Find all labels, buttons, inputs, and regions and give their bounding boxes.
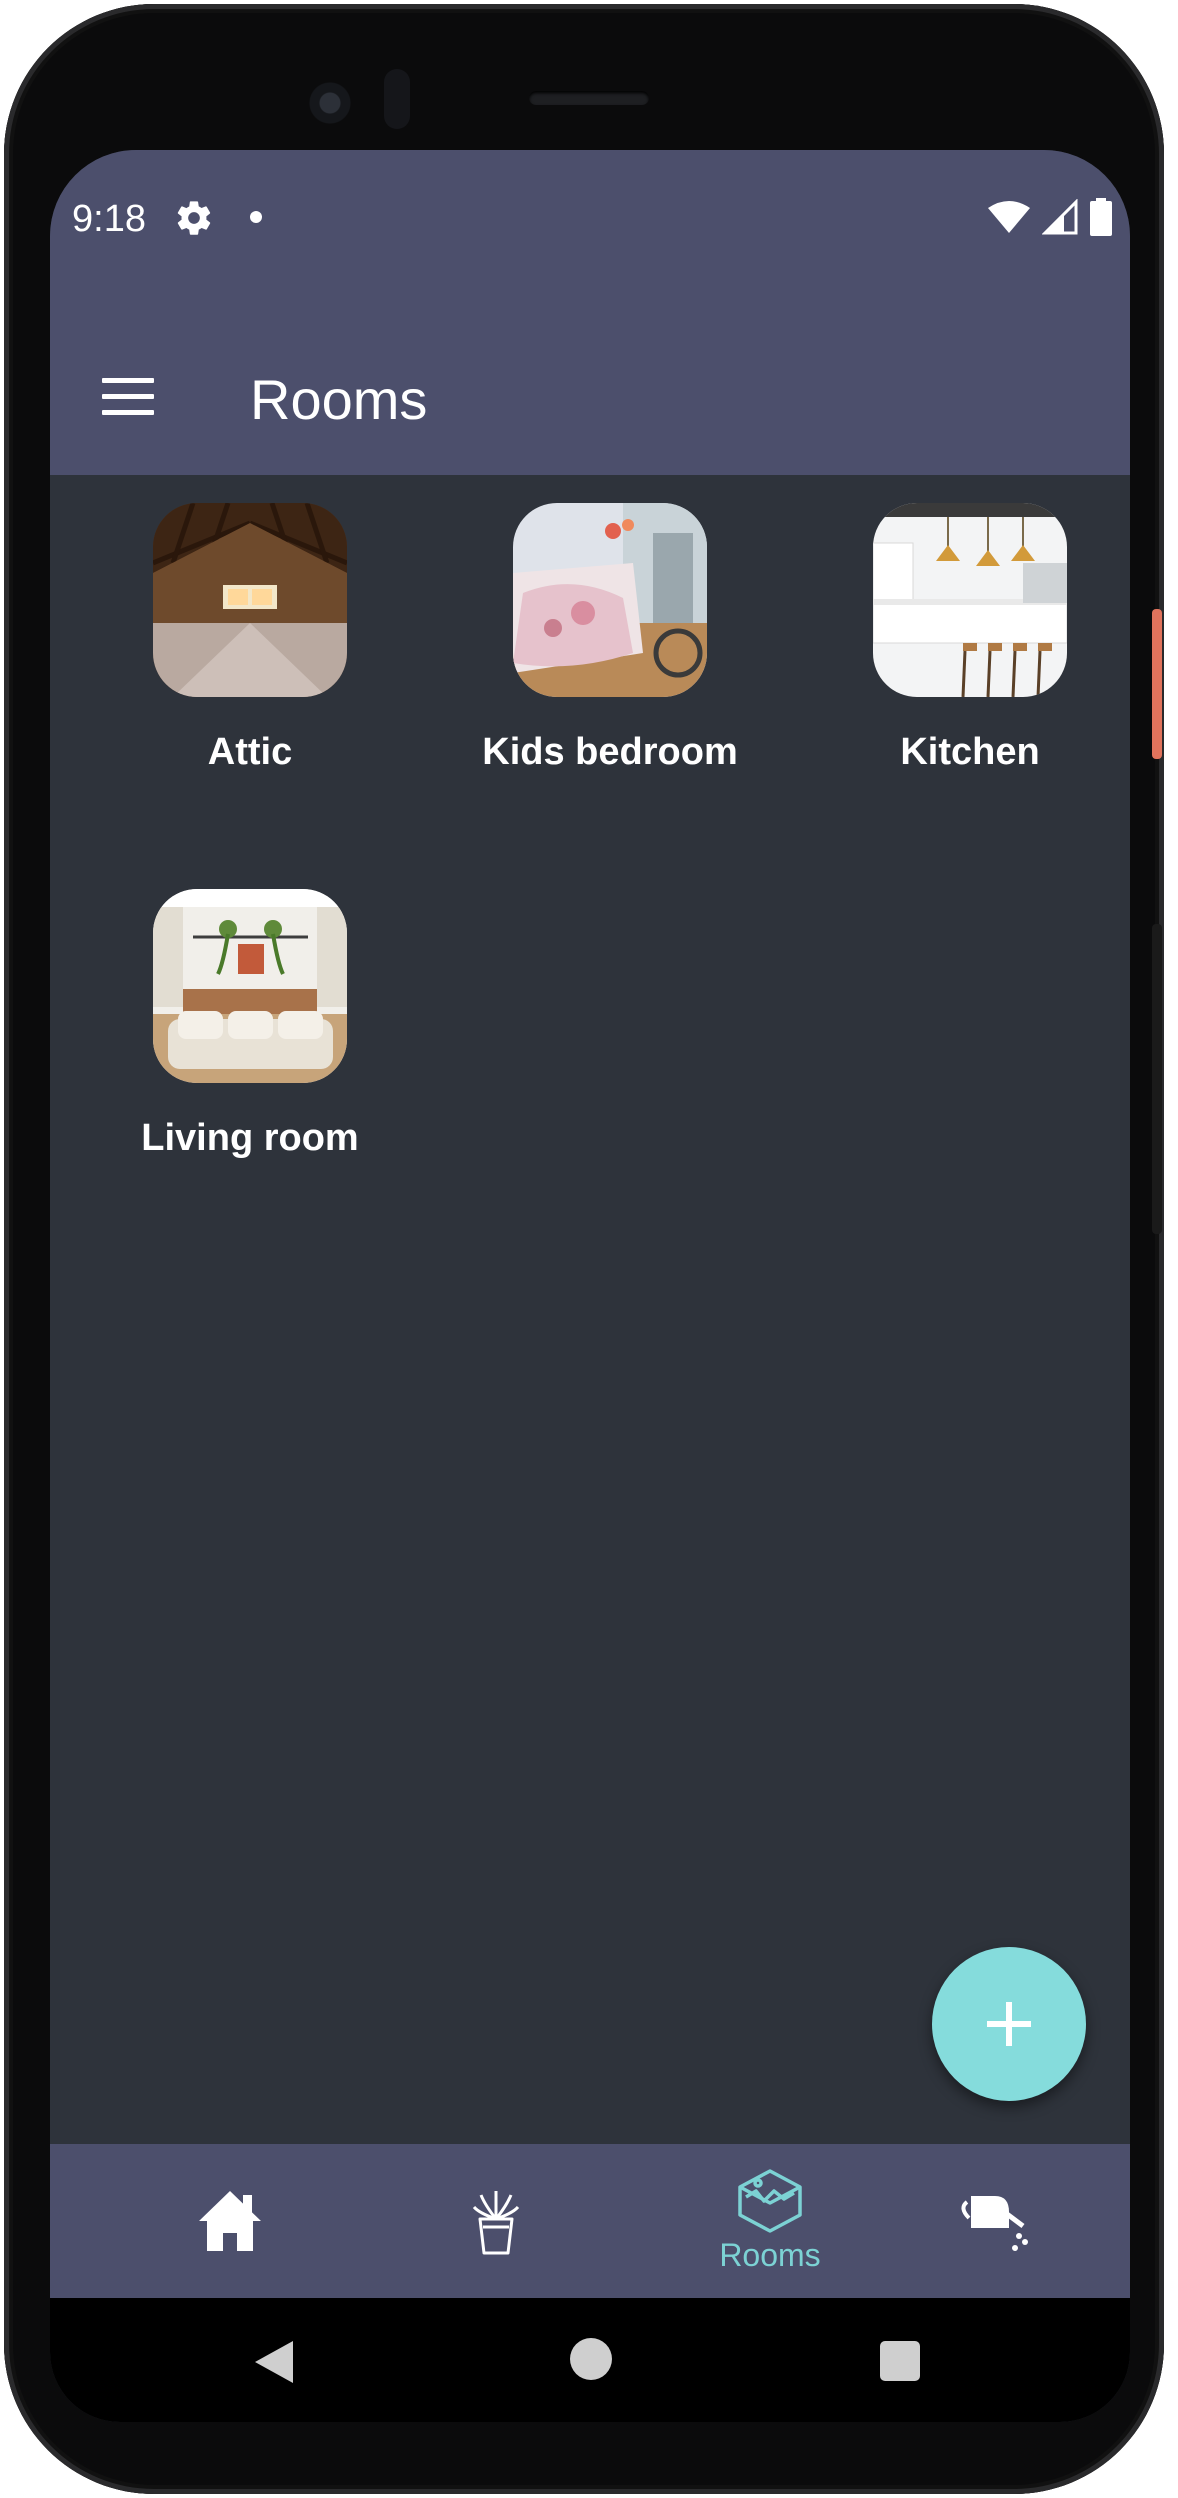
app-bar [50,285,1130,475]
earpiece-speaker [529,91,649,105]
rooms-icon [738,2168,802,2233]
volume-button [1152,924,1162,1234]
nav-home[interactable] [130,2144,330,2298]
power-button [1152,609,1162,759]
back-icon[interactable] [255,2341,293,2383]
room-label: Living room [141,1117,359,1159]
room-card-kids-bedroom[interactable]: Kids bedroom [460,503,760,774]
plus-icon [987,2002,1031,2046]
settings-gear-icon [177,201,211,235]
nav-rooms[interactable]: Rooms [670,2144,870,2298]
attic-photo [153,503,347,697]
home-circle-icon[interactable] [570,2338,612,2380]
room-label: Kitchen [900,731,1040,773]
signal-icon [1042,199,1078,235]
room-label: Kids bedroom [482,731,738,773]
phone-frame: 9:18 Rooms Attic Kids bedroom Kitchen Li… [4,4,1164,2494]
system-navigation-bar [50,2298,1130,2422]
room-card-attic[interactable]: Attic [100,503,400,774]
battery-icon [1090,198,1112,236]
home-icon [199,2191,261,2251]
room-card-kitchen[interactable]: Kitchen [820,503,1120,774]
front-camera [301,74,359,132]
room-label: Attic [207,731,293,773]
kids-bedroom-photo [513,503,707,697]
kitchen-photo [873,503,1067,697]
recents-icon[interactable] [880,2341,920,2381]
status-bar: 9:18 [50,150,1130,285]
plant-icon [472,2191,520,2255]
wifi-icon [988,201,1030,233]
notification-dot [250,211,262,223]
room-card-living-room[interactable]: Living room [100,889,400,1160]
nav-plants[interactable] [396,2144,596,2298]
page-title: Rooms [250,368,428,431]
status-time: 9:18 [72,198,146,240]
hamburger-menu-icon[interactable] [102,378,154,418]
living-room-photo [153,889,347,1083]
nav-watering[interactable] [896,2144,1096,2298]
add-room-button[interactable] [932,1947,1086,2101]
bottom-navigation: Rooms [50,2144,1130,2298]
watering-can-icon [961,2196,1028,2251]
nav-label-rooms: Rooms [719,2236,821,2273]
screen: 9:18 Rooms Attic Kids bedroom Kitchen Li… [50,150,1130,2422]
proximity-sensor [384,69,410,129]
